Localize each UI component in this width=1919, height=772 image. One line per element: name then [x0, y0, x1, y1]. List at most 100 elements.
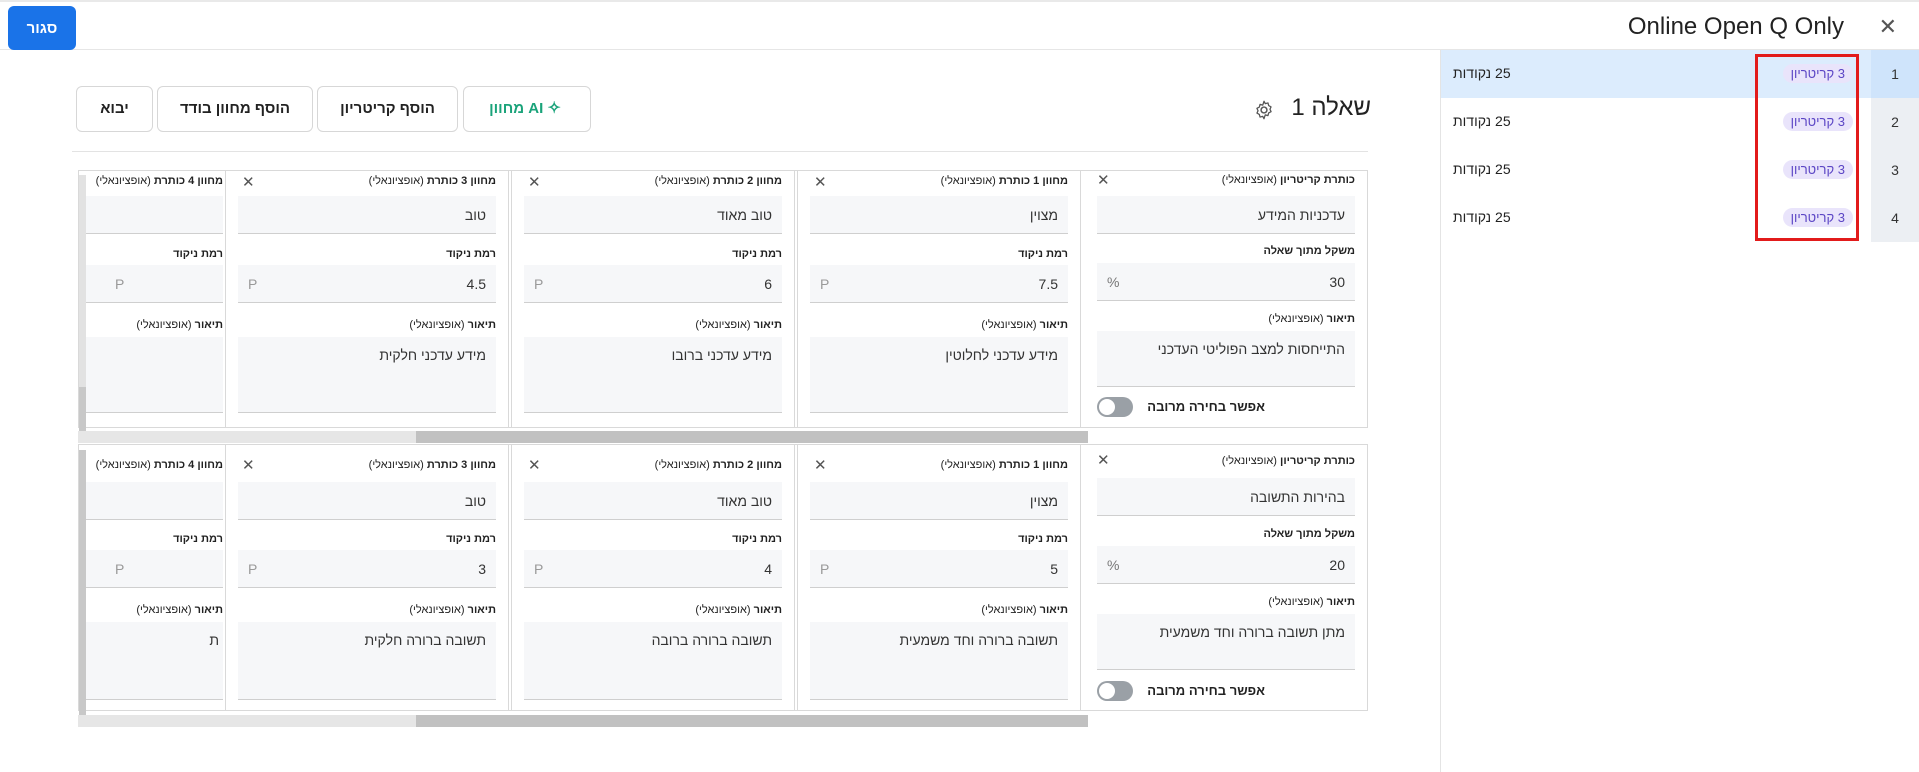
rubric-column: מחוון 3 כותרת (אופציונאלי) ✕ טוב רמת ניק…: [225, 445, 509, 710]
rubric-description-field[interactable]: תשובה ברורה ברובה: [524, 622, 782, 700]
description-label: תיאור (אופציונאלי): [695, 319, 782, 331]
rubric-description-field[interactable]: מידע עדכני חלקית: [238, 337, 496, 413]
rubric-column: מחוון 4 כותרת (אופציונאלי) רמת ניקוד P ת…: [79, 171, 223, 427]
score-field[interactable]: 5 P: [810, 550, 1068, 588]
criterion-title-field[interactable]: בהירות התשובה: [1097, 478, 1355, 516]
rubric-column: מחוון 2 כותרת (אופציונאלי) ✕ טוב מאוד רמ…: [511, 445, 795, 710]
horizontal-scrollbar[interactable]: [78, 431, 1088, 443]
score-label: רמת ניקוד: [446, 533, 496, 545]
score-value: 7.5: [1038, 276, 1058, 292]
scrollbar-thumb[interactable]: [416, 431, 1088, 443]
criterion-title-field[interactable]: עדכניות המידע: [1097, 196, 1355, 234]
score-value: 3: [478, 561, 486, 577]
horizontal-scrollbar[interactable]: [78, 715, 1088, 727]
gear-icon[interactable]: [1253, 99, 1275, 121]
close-icon[interactable]: ✕: [242, 173, 255, 191]
score-label: רמת ניקוד: [446, 248, 496, 260]
score-field[interactable]: 4.5 P: [238, 265, 496, 303]
ai-rubric-button[interactable]: מחוון AI ✧: [463, 86, 591, 132]
description-label: תיאור (אופציונאלי): [981, 319, 1068, 331]
multi-select-toggle[interactable]: [1097, 397, 1133, 417]
description-field[interactable]: מתן תשובה ברורה וחד משמעית: [1097, 614, 1355, 670]
points-icon: P: [115, 561, 125, 577]
description-label: תיאור (אופציונאלי): [981, 604, 1068, 616]
score-value: 4.5: [466, 276, 486, 292]
add-criterion-button[interactable]: הוסף קריטריון: [317, 86, 458, 132]
description-label: תיאור (אופציונאלי): [1268, 313, 1355, 325]
rubric-description-field[interactable]: תשובה ברורה וחד משמעית: [810, 622, 1068, 700]
close-icon[interactable]: ✕: [242, 456, 255, 474]
vertical-scrollbar[interactable]: [79, 175, 86, 387]
weight-value: 30: [1329, 274, 1345, 290]
description-label: תיאור (אופציונאלי): [409, 319, 496, 331]
rubric-description-field[interactable]: ת: [79, 622, 223, 700]
description-label: תיאור (אופציונאלי): [695, 604, 782, 616]
description-field[interactable]: התייחסות למצב הפוליטי העדכני: [1097, 331, 1355, 387]
points-icon: P: [534, 561, 544, 577]
score-field[interactable]: P: [79, 550, 223, 588]
rubric-title-label: מחוון 2 כותרת (אופציונאלי): [654, 459, 782, 471]
rubric-title-field[interactable]: מצוין: [810, 196, 1068, 234]
score-field[interactable]: 6 P: [524, 265, 782, 303]
score-field[interactable]: 7.5 P: [810, 265, 1068, 303]
rubric-description-field[interactable]: [79, 337, 223, 413]
rubric-title-label: מחוון 4 כותרת (אופציונאלי): [95, 175, 223, 187]
rubric-title-label: מחוון 2 כותרת (אופציונאלי): [654, 175, 782, 187]
criterion-title-label: כותרת קריטריון (אופציונאלי): [1221, 455, 1355, 467]
multi-select-toggle[interactable]: [1097, 681, 1133, 701]
rubric-title-field[interactable]: מצוין: [810, 482, 1068, 520]
close-button[interactable]: סגור: [8, 6, 76, 50]
rubric-column: מחוון 2 כותרת (אופציונאלי) ✕ טוב מאוד רמ…: [511, 171, 795, 427]
rubric-title-field[interactable]: [79, 482, 223, 520]
score-value: 4: [764, 561, 772, 577]
rubric-title-field[interactable]: טוב מאוד: [524, 196, 782, 234]
question-title: שאלה 1: [1291, 94, 1371, 121]
close-icon[interactable]: ✕: [528, 456, 541, 474]
question-number: 3: [1871, 146, 1919, 194]
rubric-description-field[interactable]: מידע עדכני לחלוטין: [810, 337, 1068, 413]
rubric-title-label: מחוון 3 כותרת (אופציונאלי): [368, 175, 496, 187]
weight-value: 20: [1329, 557, 1345, 573]
description-label: תיאור (אופציונאלי): [1268, 596, 1355, 608]
criterion-title-label: כותרת קריטריון (אופציונאלי): [1221, 174, 1355, 186]
rubric-description-field[interactable]: מידע עדכני ברובו: [524, 337, 782, 413]
close-icon[interactable]: ✕: [1097, 451, 1110, 469]
score-label: רמת ניקוד: [173, 533, 223, 545]
rubric-title-label: מחוון 3 כותרת (אופציונאלי): [368, 459, 496, 471]
score-field[interactable]: 4 P: [524, 550, 782, 588]
close-icon[interactable]: ✕: [814, 456, 827, 474]
weight-field[interactable]: 20 %: [1097, 546, 1355, 584]
question-number: 1: [1871, 50, 1919, 98]
rubric-title-field[interactable]: טוב: [238, 482, 496, 520]
question-points: 25 נקודות: [1453, 113, 1511, 129]
vertical-scrollbar-thumb[interactable]: [79, 387, 86, 431]
close-icon[interactable]: ✕: [1879, 14, 1897, 40]
weight-field[interactable]: 30 %: [1097, 263, 1355, 301]
rubric-title-label: מחוון 1 כותרת (אופציונאלי): [940, 459, 1068, 471]
percent-sign: %: [1107, 274, 1120, 290]
question-points: 25 נקודות: [1453, 161, 1511, 177]
vertical-scrollbar[interactable]: [79, 450, 86, 725]
question-points: 25 נקודות: [1453, 65, 1511, 81]
score-field[interactable]: P: [79, 265, 223, 303]
close-icon[interactable]: ✕: [528, 173, 541, 191]
score-label: רמת ניקוד: [1018, 248, 1068, 260]
score-value: 5: [1050, 561, 1058, 577]
points-icon: P: [820, 276, 830, 292]
rubric-title-field[interactable]: טוב מאוד: [524, 482, 782, 520]
close-icon[interactable]: ✕: [1097, 171, 1110, 189]
top-bar: סגור Online Open Q Only ✕: [0, 0, 1919, 50]
rubric-description-field[interactable]: תשובה ברורה חלקית: [238, 622, 496, 700]
points-icon: P: [248, 561, 258, 577]
import-button[interactable]: יבוא: [76, 86, 153, 132]
rubric-title-field[interactable]: [79, 196, 223, 234]
scrollbar-thumb[interactable]: [416, 715, 1088, 727]
criterion-block: כותרת קריטריון (אופציונאלי) ✕ עדכניות המ…: [78, 170, 1368, 428]
add-rubric-button[interactable]: הוסף מחוון בודד: [157, 86, 313, 132]
divider: [72, 151, 1368, 152]
score-field[interactable]: 3 P: [238, 550, 496, 588]
close-icon[interactable]: ✕: [814, 173, 827, 191]
description-label: תיאור (אופציונאלי): [136, 604, 223, 616]
multi-select-label: אפשר בחירה מרובה: [1147, 399, 1265, 414]
rubric-title-field[interactable]: טוב: [238, 196, 496, 234]
